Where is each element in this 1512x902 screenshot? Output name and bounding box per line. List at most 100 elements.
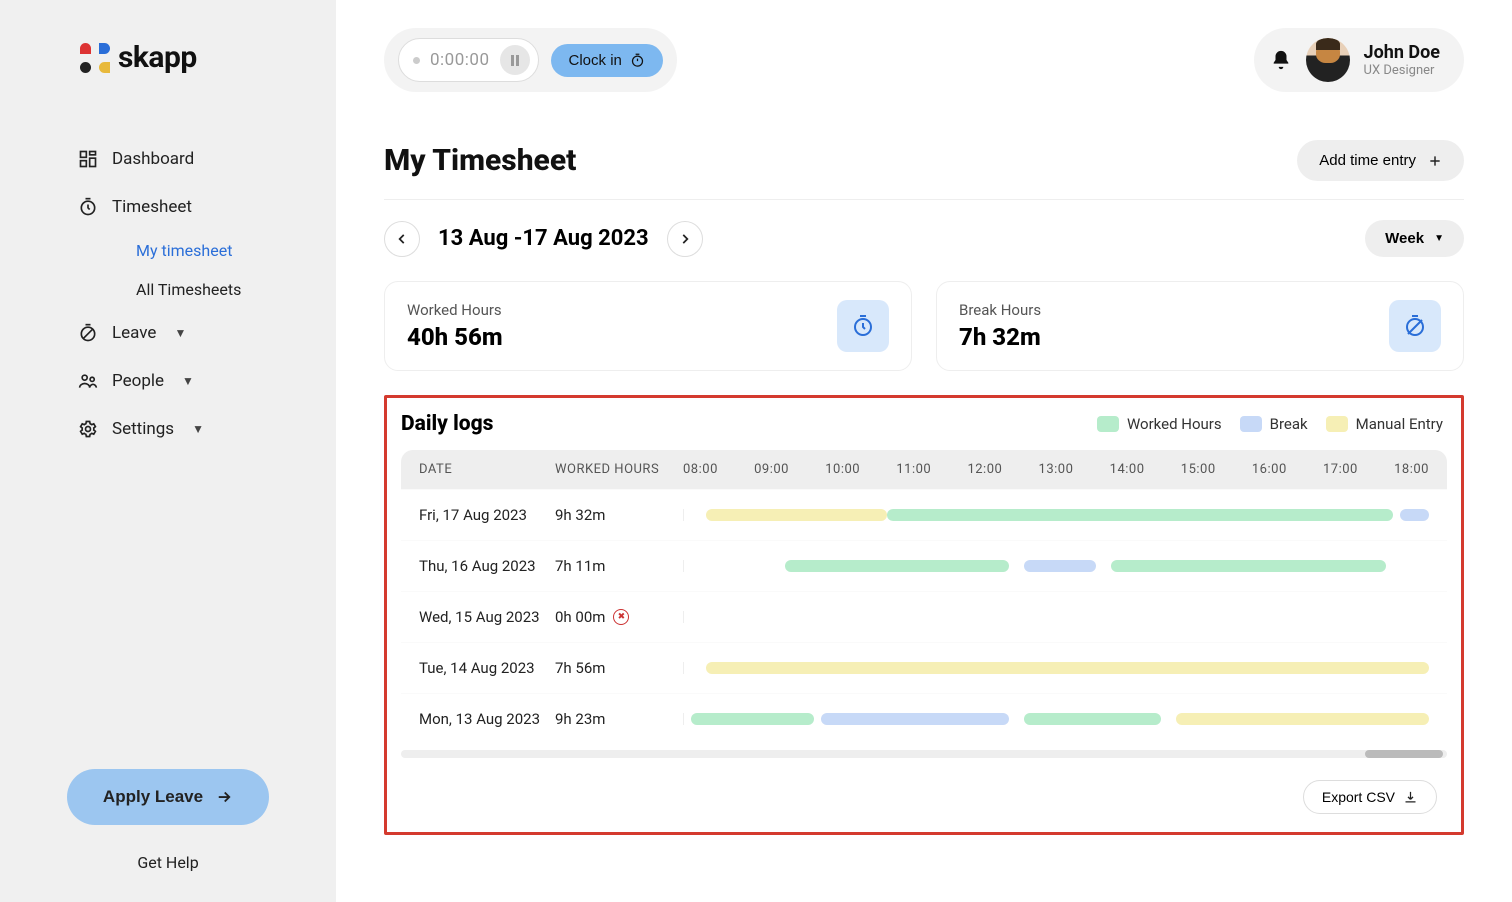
- sidebar-item-dashboard[interactable]: Dashboard: [0, 135, 336, 183]
- table-row: Thu, 16 Aug 20237h 11m: [401, 540, 1447, 591]
- logo: skapp: [80, 40, 336, 75]
- break-icon: [1389, 300, 1441, 352]
- hour-label: 15:00: [1181, 462, 1216, 477]
- legend: Worked Hours Break Manual Entry: [1097, 415, 1443, 433]
- logo-mark-icon: [80, 43, 110, 73]
- sidebar-item-settings[interactable]: Settings ▼: [0, 405, 336, 453]
- chevron-down-icon: ▼: [182, 374, 194, 388]
- worked-icon: [837, 300, 889, 352]
- main: 0:00:00 Clock in John Doe UX Designer My…: [336, 0, 1512, 902]
- clock-in-label: Clock in: [569, 52, 622, 69]
- add-time-entry-button[interactable]: Add time entry: [1297, 140, 1464, 181]
- export-label: Export CSV: [1322, 789, 1395, 805]
- row-worked: 0h 00m✖: [555, 608, 675, 626]
- sidebar: skapp Dashboard Timesheet My timesheet A…: [0, 0, 336, 902]
- pause-button[interactable]: [500, 45, 530, 75]
- sidebar-item-label: Leave: [112, 323, 156, 343]
- timeline: [683, 611, 1429, 623]
- hour-label: 17:00: [1323, 462, 1358, 477]
- stat-value: 7h 32m: [959, 323, 1041, 351]
- apply-leave-label: Apply Leave: [103, 787, 203, 807]
- row-worked: 7h 11m: [555, 557, 675, 575]
- timeline-segment: [1176, 713, 1429, 725]
- plus-icon: [1428, 154, 1442, 168]
- legend-manual: Manual Entry: [1326, 415, 1443, 433]
- stat-label: Worked Hours: [407, 301, 503, 319]
- row-date: Tue, 14 Aug 2023: [419, 659, 555, 677]
- user-name: John Doe: [1364, 42, 1440, 63]
- stats-row: Worked Hours 40h 56m Break Hours 7h 32m: [384, 281, 1464, 371]
- legend-worked: Worked Hours: [1097, 415, 1222, 433]
- timeline-segment: [1024, 713, 1161, 725]
- record-dot-icon: [413, 57, 420, 64]
- swatch-green-icon: [1097, 416, 1119, 432]
- page-title: My Timesheet: [384, 143, 576, 178]
- sidebar-item-leave[interactable]: Leave ▼: [0, 309, 336, 357]
- clock-in-button[interactable]: Clock in: [551, 44, 663, 77]
- apply-leave-button[interactable]: Apply Leave: [67, 769, 269, 825]
- timeline-segment: [706, 509, 887, 521]
- sidebar-sub-all-timesheets[interactable]: All Timesheets: [0, 270, 336, 309]
- hour-label: 10:00: [825, 462, 860, 477]
- get-help-link[interactable]: Get Help: [137, 853, 198, 872]
- sidebar-item-label: Settings: [112, 419, 174, 439]
- hour-label: 18:00: [1394, 462, 1429, 477]
- sidebar-sub-my-timesheet[interactable]: My timesheet: [0, 231, 336, 270]
- stat-label: Break Hours: [959, 301, 1041, 319]
- download-icon: [1403, 790, 1418, 805]
- export-row: Export CSV: [387, 758, 1461, 814]
- nav: Dashboard Timesheet My timesheet All Tim…: [0, 135, 336, 769]
- arrow-right-icon: [215, 788, 233, 806]
- daily-logs-table: DATE WORKED HOURS 08:0009:0010:0011:0012…: [401, 450, 1447, 744]
- daily-logs-header: Daily logs Worked Hours Break Manual Ent…: [387, 412, 1461, 446]
- chevron-down-icon: ▼: [1434, 233, 1444, 244]
- table-row: Wed, 15 Aug 20230h 00m✖: [401, 591, 1447, 642]
- next-week-button[interactable]: [667, 221, 703, 257]
- prev-week-button[interactable]: [384, 221, 420, 257]
- sidebar-item-label: People: [112, 371, 164, 391]
- chevron-left-icon: [395, 232, 409, 246]
- hour-label: 14:00: [1110, 462, 1145, 477]
- timer-pill: 0:00:00 Clock in: [384, 28, 677, 92]
- export-csv-button[interactable]: Export CSV: [1303, 780, 1437, 814]
- avatar: [1306, 38, 1350, 82]
- timeline: [683, 713, 1429, 725]
- row-date: Fri, 17 Aug 2023: [419, 506, 555, 524]
- logo-text: skapp: [118, 40, 197, 75]
- table-row: Fri, 17 Aug 20239h 32m: [401, 489, 1447, 540]
- timeline: [683, 662, 1429, 674]
- sidebar-item-label: Dashboard: [112, 149, 194, 169]
- row-date: Wed, 15 Aug 2023: [419, 608, 555, 626]
- timer-display: 0:00:00: [398, 38, 539, 82]
- row-date: Mon, 13 Aug 2023: [419, 710, 555, 728]
- view-label: Week: [1385, 230, 1424, 247]
- swatch-blue-icon: [1240, 416, 1262, 432]
- sidebar-item-people[interactable]: People ▼: [0, 357, 336, 405]
- hours-header: 08:0009:0010:0011:0012:0013:0014:0015:00…: [675, 462, 1429, 477]
- divider: [384, 199, 1464, 200]
- bell-icon[interactable]: [1270, 49, 1292, 71]
- hour-label: 09:00: [754, 462, 789, 477]
- row-worked: 7h 56m: [555, 659, 675, 677]
- hour-label: 12:00: [967, 462, 1002, 477]
- user-info: John Doe UX Designer: [1364, 42, 1440, 78]
- sidebar-sub-label: All Timesheets: [136, 280, 241, 299]
- stopwatch-icon: [630, 53, 645, 68]
- horizontal-scrollbar[interactable]: [401, 750, 1447, 758]
- timeline-segment: [1111, 560, 1386, 572]
- view-dropdown[interactable]: Week ▼: [1365, 220, 1464, 257]
- timer-value: 0:00:00: [430, 50, 490, 70]
- people-icon: [78, 371, 98, 391]
- sidebar-item-timesheet[interactable]: Timesheet: [0, 183, 336, 231]
- table-row: Tue, 14 Aug 20237h 56m: [401, 642, 1447, 693]
- timeline-segment: [887, 509, 1393, 521]
- timeline-segment: [706, 662, 1429, 674]
- gear-icon: [78, 419, 98, 439]
- user-pill[interactable]: John Doe UX Designer: [1254, 28, 1464, 92]
- scrollbar-thumb[interactable]: [1365, 750, 1443, 758]
- hour-label: 08:00: [683, 462, 718, 477]
- dashboard-icon: [78, 149, 98, 169]
- table-head: DATE WORKED HOURS 08:0009:0010:0011:0012…: [401, 450, 1447, 489]
- chevron-down-icon: ▼: [192, 422, 204, 436]
- daily-logs-section: Daily logs Worked Hours Break Manual Ent…: [384, 395, 1464, 835]
